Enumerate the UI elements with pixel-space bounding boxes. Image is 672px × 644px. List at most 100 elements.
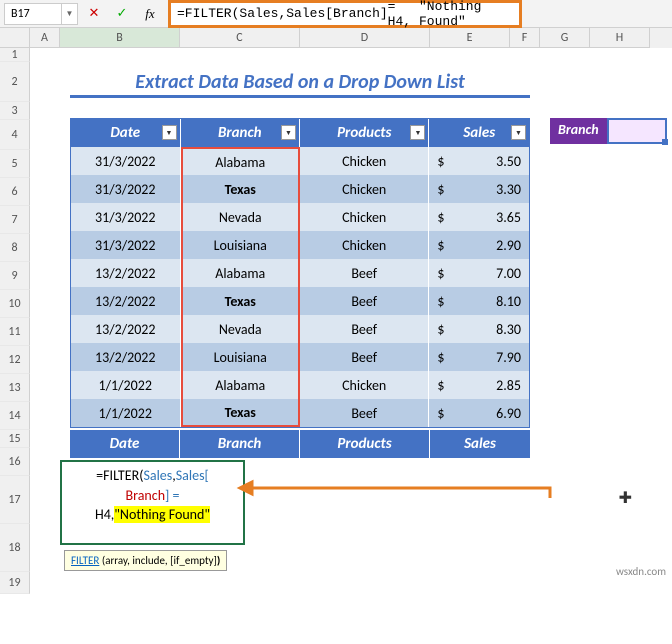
col-header-E[interactable]: E bbox=[430, 28, 510, 48]
filter-icon[interactable]: ▼ bbox=[162, 125, 177, 140]
cell-product[interactable]: Chicken bbox=[300, 203, 429, 231]
row-header-8[interactable]: 8 bbox=[0, 234, 30, 262]
filter-icon[interactable]: ▼ bbox=[511, 125, 526, 140]
cell-product[interactable]: Chicken bbox=[300, 175, 429, 203]
cell-sales[interactable]: $7.90 bbox=[429, 343, 529, 371]
col-header-B[interactable]: B bbox=[60, 28, 180, 48]
row-header-4[interactable]: 4 bbox=[0, 120, 30, 150]
row-header-14[interactable]: 14 bbox=[0, 402, 30, 430]
table-row[interactable]: 13/2/2022LouisianaBeef$7.90 bbox=[71, 343, 529, 371]
branch-dropdown-cell[interactable] bbox=[607, 118, 667, 144]
tooltip-fn-link[interactable]: FILTER bbox=[71, 554, 99, 567]
cell-product[interactable]: Chicken bbox=[300, 371, 429, 399]
cell-sales[interactable]: $2.85 bbox=[429, 371, 529, 399]
header-branch[interactable]: Branch bbox=[180, 430, 300, 458]
cell-sales[interactable]: $7.00 bbox=[429, 259, 529, 287]
cell-sales[interactable]: $8.30 bbox=[429, 315, 529, 343]
row-header-15[interactable]: 15 bbox=[0, 430, 30, 448]
row-header-9[interactable]: 9 bbox=[0, 262, 30, 290]
col-header-F[interactable]: F bbox=[510, 28, 540, 48]
row-header-16[interactable]: 16 bbox=[0, 448, 30, 476]
cell-sales[interactable]: $3.30 bbox=[429, 175, 529, 203]
formula-tooltip[interactable]: FILTER (array, include, [if_empty]) bbox=[64, 550, 227, 571]
header-sales[interactable]: Sales bbox=[430, 430, 530, 458]
cell-date[interactable]: 31/3/2022 bbox=[71, 231, 181, 259]
header-products[interactable]: Products bbox=[300, 430, 430, 458]
row-header-19[interactable]: 19 bbox=[0, 572, 30, 594]
cell-date[interactable]: 31/3/2022 bbox=[71, 147, 181, 175]
cell-branch[interactable]: Texas bbox=[181, 399, 300, 427]
table-row[interactable]: 13/2/2022TexasBeef$8.10 bbox=[71, 287, 529, 315]
cell-branch[interactable]: Louisiana bbox=[181, 343, 300, 371]
cell-product[interactable]: Chicken bbox=[300, 147, 429, 175]
fx-icon[interactable]: fx bbox=[138, 3, 162, 25]
table-row[interactable]: 1/1/2022TexasBeef$6.90 bbox=[71, 399, 529, 427]
row-header-12[interactable]: 12 bbox=[0, 346, 30, 374]
row-header-13[interactable]: 13 bbox=[0, 374, 30, 402]
cell-date[interactable]: 13/2/2022 bbox=[71, 259, 181, 287]
cell-branch[interactable]: Alabama bbox=[181, 371, 300, 399]
cell-date[interactable]: 13/2/2022 bbox=[71, 343, 181, 371]
row-header-10[interactable]: 10 bbox=[0, 290, 30, 318]
row-header-7[interactable]: 7 bbox=[0, 206, 30, 234]
header-branch[interactable]: Branch▼ bbox=[181, 119, 300, 147]
col-header-D[interactable]: D bbox=[300, 28, 430, 48]
row-header-11[interactable]: 11 bbox=[0, 318, 30, 346]
cancel-icon[interactable]: ✕ bbox=[82, 3, 106, 25]
cell-branch[interactable]: Nevada bbox=[181, 315, 300, 343]
confirm-icon[interactable]: ✓ bbox=[110, 3, 134, 25]
cell-product[interactable]: Beef bbox=[300, 315, 429, 343]
cell-branch[interactable]: Alabama bbox=[181, 259, 300, 287]
cell-branch[interactable]: Alabama bbox=[181, 147, 300, 175]
col-header-C[interactable]: C bbox=[180, 28, 300, 48]
cell-date[interactable]: 1/1/2022 bbox=[71, 399, 181, 427]
row-header-5[interactable]: 5 bbox=[0, 150, 30, 178]
cell-sales[interactable]: $8.10 bbox=[429, 287, 529, 315]
cell-date[interactable]: 31/3/2022 bbox=[71, 203, 181, 231]
cell-branch[interactable]: Texas bbox=[181, 175, 300, 203]
cell-product[interactable]: Beef bbox=[300, 343, 429, 371]
name-box-dropdown[interactable]: ▼ bbox=[62, 3, 78, 25]
col-header-corner[interactable] bbox=[0, 28, 30, 48]
row-header-2[interactable]: 2 bbox=[0, 62, 30, 102]
header-date[interactable]: Date▼ bbox=[71, 119, 181, 147]
table-row[interactable]: 13/2/2022NevadaBeef$8.30 bbox=[71, 315, 529, 343]
cell-date[interactable]: 13/2/2022 bbox=[71, 315, 181, 343]
header-sales[interactable]: Sales▼ bbox=[429, 119, 529, 147]
table-row[interactable]: 31/3/2022NevadaChicken$3.65 bbox=[71, 203, 529, 231]
header-products[interactable]: Products▼ bbox=[300, 119, 429, 147]
cell-sales[interactable]: $3.50 bbox=[429, 147, 529, 175]
cell-sales[interactable]: $3.65 bbox=[429, 203, 529, 231]
table-row[interactable]: 31/3/2022AlabamaChicken$3.50 bbox=[71, 147, 529, 175]
filter-icon[interactable]: ▼ bbox=[410, 125, 425, 140]
row-header-3[interactable]: 3 bbox=[0, 102, 30, 120]
table-row[interactable]: 1/1/2022AlabamaChicken$2.85 bbox=[71, 371, 529, 399]
cells-area[interactable]: Extract Data Based on a Drop Down List D… bbox=[30, 48, 672, 594]
active-cell-edit[interactable]: =FILTER(Sales,Sales[Branch] = H4,"Nothin… bbox=[60, 460, 245, 545]
cell-branch[interactable]: Louisiana bbox=[181, 231, 300, 259]
cell-product[interactable]: Beef bbox=[300, 287, 429, 315]
cell-product[interactable]: Beef bbox=[300, 399, 429, 427]
cell-branch[interactable]: Texas bbox=[181, 287, 300, 315]
col-header-G[interactable]: G bbox=[540, 28, 590, 48]
table-row[interactable]: 31/3/2022TexasChicken$3.30 bbox=[71, 175, 529, 203]
cell-sales[interactable]: $6.90 bbox=[429, 399, 529, 427]
cell-date[interactable]: 1/1/2022 bbox=[71, 371, 181, 399]
header-date[interactable]: Date bbox=[70, 430, 180, 458]
col-header-H[interactable]: H bbox=[590, 28, 650, 48]
col-header-A[interactable]: A bbox=[30, 28, 60, 48]
row-header-6[interactable]: 6 bbox=[0, 178, 30, 206]
formula-bar[interactable]: =FILTER(Sales,Sales[Branch] = H4,"Nothin… bbox=[168, 0, 522, 28]
cell-date[interactable]: 31/3/2022 bbox=[71, 175, 181, 203]
row-header-1[interactable]: 1 bbox=[0, 48, 30, 62]
table-row[interactable]: 31/3/2022LouisianaChicken$2.90 bbox=[71, 231, 529, 259]
cell-sales[interactable]: $2.90 bbox=[429, 231, 529, 259]
row-header-18[interactable]: 18 bbox=[0, 524, 30, 572]
cell-product[interactable]: Beef bbox=[300, 259, 429, 287]
table-row[interactable]: 13/2/2022AlabamaBeef$7.00 bbox=[71, 259, 529, 287]
cell-date[interactable]: 13/2/2022 bbox=[71, 287, 181, 315]
filter-icon[interactable]: ▼ bbox=[281, 125, 296, 140]
cell-branch[interactable]: Nevada bbox=[181, 203, 300, 231]
row-header-17[interactable]: 17 bbox=[0, 476, 30, 524]
cell-product[interactable]: Chicken bbox=[300, 231, 429, 259]
